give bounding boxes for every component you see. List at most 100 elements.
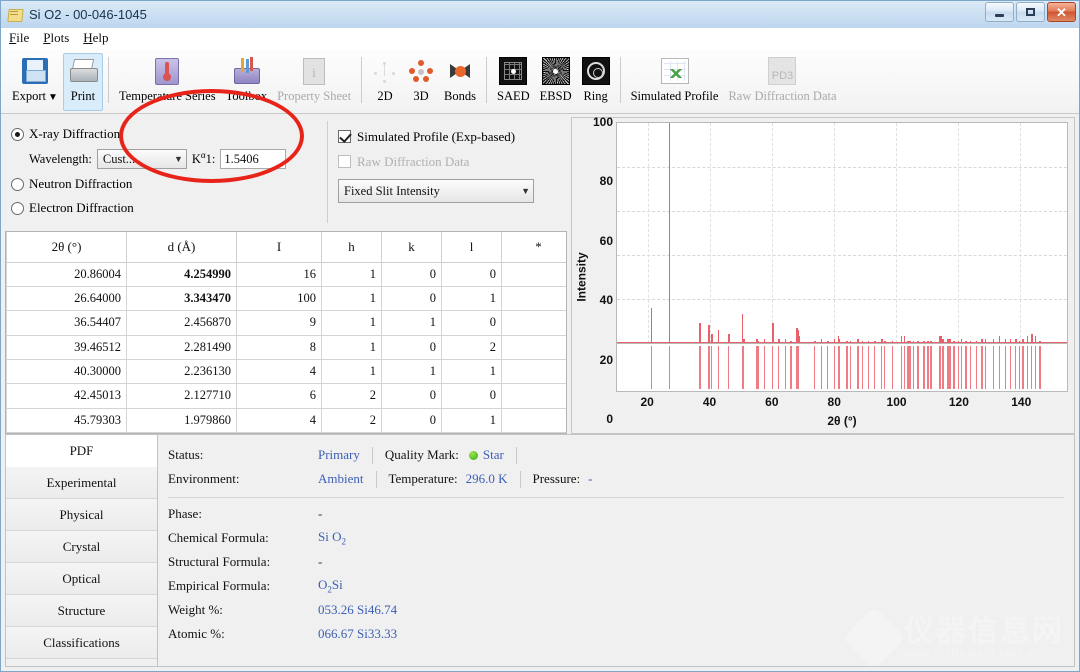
radio-xray-diffraction[interactable]: X-ray Diffraction	[11, 122, 327, 146]
table-cell: 0	[382, 384, 442, 408]
menu-item-file[interactable]: File	[9, 30, 29, 46]
maximize-icon	[1026, 8, 1035, 16]
chart-stick	[862, 346, 863, 389]
table-cell: 2	[322, 384, 382, 408]
sidebar-tab-crystal[interactable]: Crystal	[6, 531, 157, 563]
chart-gridline-v	[710, 123, 711, 343]
sidebar-tab-experimental[interactable]: Experimental	[6, 467, 157, 499]
chart-stick	[942, 346, 943, 389]
table-column-header-3[interactable]: h	[322, 232, 382, 262]
chart-stick	[892, 346, 893, 389]
chart-stick	[821, 346, 822, 389]
chart-stick	[981, 346, 982, 389]
table-row[interactable]: 26.640003.343470100101	[7, 286, 568, 310]
structural-formula-row: Structural Formula: -	[168, 550, 1074, 574]
chart-stick	[850, 346, 851, 389]
toolbar-bonds[interactable]: Bonds	[439, 53, 481, 111]
chart-gridline-v	[772, 123, 773, 343]
toolbar: Export▼ Print Temperature Series Toolbox…	[1, 49, 1079, 114]
chart-stick	[970, 346, 971, 389]
chart-stick	[785, 346, 786, 389]
chart-peak	[772, 323, 774, 343]
temperature-value: 296.0 K	[466, 471, 508, 487]
table-row[interactable]: 40.300002.2361304111	[7, 359, 568, 383]
radio-neutron-diffraction[interactable]: Neutron Diffraction	[11, 172, 327, 196]
radio-electron-diffraction[interactable]: Electron Diffraction	[11, 196, 327, 220]
chart-stick	[728, 346, 729, 389]
table-column-header-0[interactable]: 2θ (°)	[7, 232, 127, 262]
menu-item-plots[interactable]: Plots	[43, 30, 69, 46]
empirical-formula-row: Empirical Formula: O2Si	[168, 574, 1074, 598]
sidebar-tab-optical[interactable]: Optical	[6, 563, 157, 595]
chart-stick-pattern	[616, 344, 1068, 392]
toolbar-bonds-label: Bonds	[444, 89, 476, 104]
chart-columns: 20406080100120140 2θ (°)	[616, 122, 1068, 431]
printer-icon	[69, 56, 97, 86]
structural-formula-value: -	[318, 554, 322, 570]
table-column-header-4[interactable]: k	[382, 232, 442, 262]
molecule-3d-icon	[408, 56, 434, 86]
watermark-url: www.instrument.com.cn	[904, 647, 1064, 659]
chart-xtick-label: 140	[1011, 395, 1031, 409]
table-cell: 0	[382, 408, 442, 432]
table-cell: 1.979860	[127, 408, 237, 432]
toolbar-ring[interactable]: Ring	[577, 53, 615, 111]
toolbar-print[interactable]: Print	[63, 53, 103, 111]
sidebar-tab-classifications[interactable]: Classifications	[6, 627, 157, 659]
table-column-header-5[interactable]: l	[442, 232, 502, 262]
document-info-icon	[303, 56, 325, 86]
table-row[interactable]: 20.860044.25499016100	[7, 262, 568, 286]
table-row[interactable]: 45.793031.9798604201	[7, 408, 568, 432]
minimize-icon	[995, 14, 1004, 17]
wavelength-value: Cust...	[103, 152, 135, 167]
chemical-formula-main: Si O	[318, 529, 341, 544]
chart-stick	[708, 346, 709, 389]
toolbar-simulated-profile[interactable]: Simulated Profile	[626, 53, 724, 111]
checkbox-label-raw: Raw Diffraction Data	[357, 154, 469, 170]
chart-stick	[930, 346, 931, 389]
toolbar-separator	[108, 57, 109, 103]
chart-stick	[923, 346, 924, 389]
toolbar-2d[interactable]: 2D	[367, 53, 403, 111]
table-row[interactable]: 36.544072.4568709110	[7, 311, 568, 335]
minimize-button[interactable]	[985, 2, 1014, 22]
diffraction-chart[interactable]: Intensity 100806040200 20406080100120140…	[571, 117, 1075, 434]
detail-divider-2	[516, 447, 517, 464]
toolbar-toolbox[interactable]: Toolbox	[221, 53, 273, 111]
table-cell: 2.281490	[127, 335, 237, 359]
phase-value: -	[318, 506, 322, 522]
table-column-header-2[interactable]: I	[237, 232, 322, 262]
menu-bar: File Plots Help	[1, 28, 1079, 49]
table-cell: 0	[382, 262, 442, 286]
sidebar-tab-pdf[interactable]: PDF	[6, 435, 157, 467]
sidebar-tab-physical[interactable]: Physical	[6, 499, 157, 531]
sidebar-tab-structure[interactable]: Structure	[6, 595, 157, 627]
toolbar-ebsd[interactable]: EBSD	[535, 53, 577, 111]
checkbox-simulated-profile[interactable]: Simulated Profile (Exp-based)	[338, 124, 567, 149]
window-title: Si O2 - 00-046-1045	[29, 7, 147, 22]
table-row[interactable]: 39.465122.2814908102	[7, 335, 568, 359]
wavelength-select[interactable]: Cust... ▼	[97, 149, 187, 169]
table-column-header-1[interactable]: d (Å)	[127, 232, 237, 262]
chart-stick	[961, 346, 962, 389]
slit-intensity-select[interactable]: Fixed Slit Intensity ▼	[338, 179, 534, 203]
toolbar-export[interactable]: Export▼	[7, 53, 63, 111]
toolbar-saed[interactable]: SAED	[492, 53, 535, 111]
table-row[interactable]: 42.450132.1277106200	[7, 384, 568, 408]
chart-xticks: 20406080100120140	[616, 392, 1068, 414]
table-column-header-6[interactable]: *	[502, 232, 568, 262]
weight-row: Weight %: 053.26 Si46.74	[168, 598, 1074, 622]
toolbar-temperature-series[interactable]: Temperature Series	[114, 53, 221, 111]
menu-item-help[interactable]: Help	[83, 30, 108, 46]
maximize-button[interactable]	[1016, 2, 1045, 22]
chart-stick	[985, 346, 986, 389]
chart-stick	[814, 346, 815, 389]
table-header-row: 2θ (°)d (Å)Ihkl*	[7, 232, 568, 262]
close-button[interactable]: ✕	[1047, 2, 1076, 22]
empirical-formula-value: O2Si	[318, 577, 343, 595]
kalpha-input[interactable]: 1.5406	[220, 149, 286, 169]
table-cell: 9	[237, 311, 322, 335]
chemical-formula-row: Chemical Formula: Si O2	[168, 526, 1074, 550]
chart-xtick-label: 20	[640, 395, 653, 409]
toolbar-3d[interactable]: 3D	[403, 53, 439, 111]
